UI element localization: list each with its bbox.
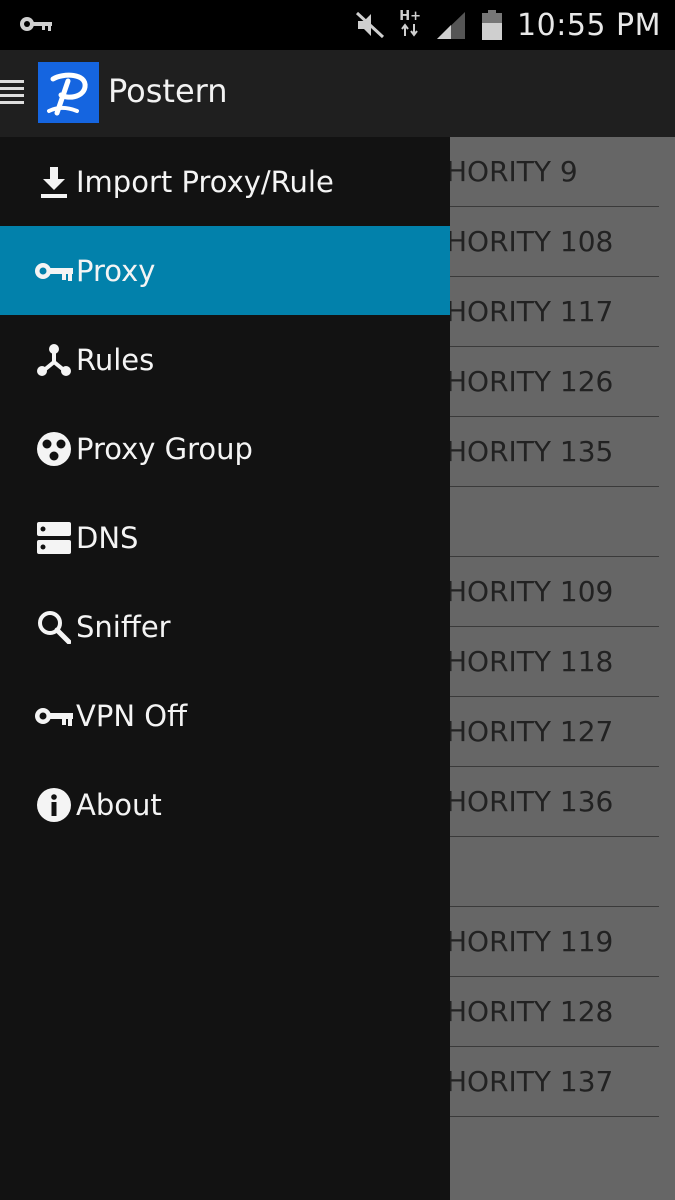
drawer-item-dns[interactable]: DNS bbox=[0, 493, 450, 582]
list-item: HORITY 128 bbox=[450, 977, 659, 1047]
list-item: HORITY 137 bbox=[450, 1047, 659, 1117]
list-item: HORITY 119 bbox=[450, 907, 659, 977]
drawer-item-label: Proxy bbox=[76, 253, 156, 288]
info-icon bbox=[34, 785, 74, 825]
mute-icon bbox=[355, 11, 385, 39]
drawer-item-rules[interactable]: Rules bbox=[0, 315, 450, 404]
list-item: HORITY 136 bbox=[450, 767, 659, 837]
drawer-item-about[interactable]: About bbox=[0, 760, 450, 849]
list-item: HORITY 118 bbox=[450, 627, 659, 697]
rules-fork-icon bbox=[34, 340, 74, 380]
key-icon bbox=[34, 251, 74, 291]
list-item bbox=[450, 837, 659, 907]
drawer-item-label: VPN Off bbox=[76, 698, 188, 733]
signal-icon bbox=[435, 10, 467, 40]
drawer-item-label: DNS bbox=[76, 520, 139, 555]
list-item: HORITY 108 bbox=[450, 207, 659, 277]
drawer-item-label: Sniffer bbox=[76, 609, 171, 644]
drawer-item-label: Proxy Group bbox=[76, 431, 253, 466]
group-circles-icon bbox=[34, 429, 74, 469]
app-title: Postern bbox=[108, 72, 228, 110]
status-bar: H+ 10:55 PM bbox=[0, 0, 675, 50]
drawer-item-import-proxy-rule[interactable]: Import Proxy/Rule bbox=[0, 137, 450, 226]
drawer-item-label: About bbox=[76, 787, 162, 822]
list-item: HORITY 117 bbox=[450, 277, 659, 347]
network-type-label: H+ bbox=[399, 9, 422, 24]
action-bar: Postern bbox=[0, 50, 675, 137]
download-icon bbox=[34, 162, 74, 202]
drawer-item-label: Import Proxy/Rule bbox=[76, 164, 334, 199]
list-item: HORITY 109 bbox=[450, 557, 659, 627]
status-time: 10:55 PM bbox=[517, 7, 661, 43]
data-transfer-icon: H+ bbox=[399, 10, 421, 40]
key-icon bbox=[34, 696, 74, 736]
drawer-item-vpn-off[interactable]: VPN Off bbox=[0, 671, 450, 760]
drawer-item-proxy-group[interactable]: Proxy Group bbox=[0, 404, 450, 493]
drawer-item-label: Rules bbox=[76, 342, 155, 377]
drawer-item-proxy[interactable]: Proxy bbox=[0, 226, 450, 315]
list-item: HORITY 126 bbox=[450, 347, 659, 417]
dns-server-icon bbox=[34, 518, 74, 558]
background-proxy-list: HORITY 9 HORITY 108 HORITY 117 HORITY 12… bbox=[450, 137, 675, 1200]
navigation-drawer: Import Proxy/Rule Proxy Rules Proxy Grou… bbox=[0, 137, 450, 1200]
battery-icon bbox=[481, 9, 503, 41]
vpn-key-icon bbox=[18, 14, 54, 38]
search-icon bbox=[34, 607, 74, 647]
drawer-item-sniffer[interactable]: Sniffer bbox=[0, 582, 450, 671]
list-item: HORITY 9 bbox=[450, 137, 659, 207]
app-logo[interactable] bbox=[38, 62, 99, 123]
menu-icon[interactable] bbox=[0, 80, 24, 108]
list-item bbox=[450, 487, 659, 557]
list-item: HORITY 127 bbox=[450, 697, 659, 767]
list-item: HORITY 135 bbox=[450, 417, 659, 487]
